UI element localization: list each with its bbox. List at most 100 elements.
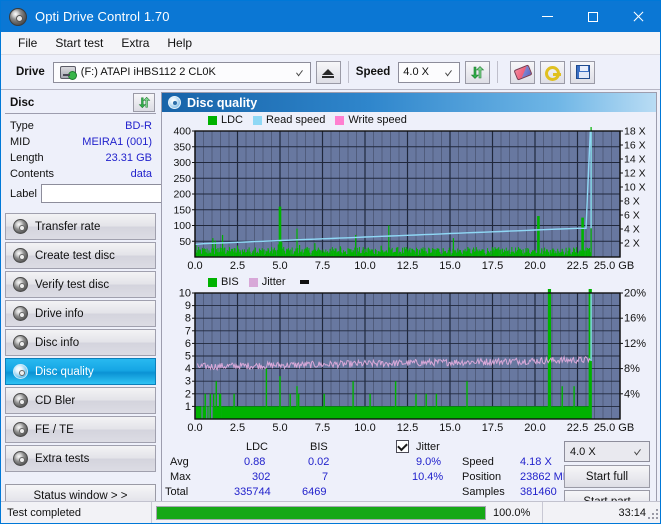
svg-text:17.5: 17.5 [482, 422, 503, 434]
sidebar-item-verify-test-disc[interactable]: Verify test disc [5, 271, 156, 298]
toolbar-divider-2 [497, 61, 498, 83]
chevron-down-icon [445, 67, 452, 76]
erase-button[interactable] [510, 61, 535, 84]
menu-item-start-test[interactable]: Start test [46, 33, 112, 53]
close-icon [632, 11, 643, 22]
sidebar-item-disc-info[interactable]: Disc info [5, 329, 156, 356]
svg-text:2.5: 2.5 [230, 260, 245, 272]
disc-icon [13, 364, 28, 379]
svg-text:12.5: 12.5 [397, 422, 418, 434]
minimize-button[interactable] [525, 1, 570, 32]
chevron-down-icon [296, 67, 303, 76]
svg-text:10.0: 10.0 [354, 260, 375, 272]
sidebar-item-disc-quality[interactable]: Disc quality [5, 358, 156, 385]
legend-label-read-speed: Read speed [266, 114, 325, 126]
speed-select-value: 4.0 X [403, 66, 429, 78]
stats-row-avg-ldc: 0.88 [244, 456, 265, 468]
svg-text:25.0 GB: 25.0 GB [594, 260, 634, 272]
svg-text:15.0: 15.0 [439, 260, 460, 272]
disc-panel-title: Disc [10, 97, 34, 109]
stats-row-max-bis: 7 [322, 471, 328, 483]
sidebar-item-extra-tests[interactable]: Extra tests [5, 445, 156, 472]
progress-bar [156, 506, 486, 520]
eject-button[interactable] [316, 61, 341, 84]
progress-percent: 100.0% [486, 507, 538, 519]
svg-text:7.5: 7.5 [315, 260, 330, 272]
svg-text:0.0: 0.0 [187, 422, 202, 434]
svg-text:8: 8 [185, 313, 191, 325]
svg-text:250: 250 [173, 173, 191, 185]
sidebar-item-create-test-disc[interactable]: Create test disc [5, 242, 156, 269]
legend-swatch-read-speed [253, 116, 262, 125]
svg-text:12.5: 12.5 [397, 260, 418, 272]
save-button[interactable] [570, 61, 595, 84]
chart-legend-top: LDC Read speed Write speed [162, 112, 656, 127]
sidebar-item-cd-bler[interactable]: CD Bler [5, 387, 156, 414]
menu-item-extra[interactable]: Extra [112, 33, 158, 53]
toolbar: Drive (F:) ATAPI iHBS112 2 CL0K Speed 4.… [1, 55, 660, 90]
disc-refresh-button[interactable] [133, 93, 155, 112]
elapsed-time: 33:14 [542, 502, 661, 524]
chart-ldc-svg: 501001502002503003504002 X4 X6 X8 X10 X1… [162, 127, 656, 275]
start-full-button[interactable]: Start full [564, 465, 650, 488]
close-button[interactable] [615, 1, 660, 32]
svg-text:10.0: 10.0 [354, 422, 375, 434]
disc-icon [13, 277, 28, 292]
window-controls [525, 1, 660, 32]
stats-row-avg-bis: 0.02 [308, 456, 329, 468]
window-title: Opti Drive Control 1.70 [35, 9, 170, 24]
legend-label-bis: BIS [221, 276, 239, 288]
svg-text:300: 300 [173, 157, 191, 169]
svg-text:15.0: 15.0 [439, 422, 460, 434]
menu-item-file[interactable]: File [9, 33, 46, 53]
save-icon [576, 65, 590, 79]
svg-text:17.5: 17.5 [482, 260, 503, 272]
sidebar-item-label: FE / TE [35, 424, 74, 436]
samples-value: 381460 [520, 486, 557, 498]
legend-swatch-bis [208, 278, 217, 287]
jitter-checkbox[interactable] [396, 440, 409, 453]
key-button[interactable] [540, 61, 565, 84]
status-bar: Test completed 100.0% 33:14 [1, 501, 661, 523]
refresh-icon [138, 96, 151, 109]
progress-cell: 100.0% [151, 502, 542, 524]
sidebar-item-label: Verify test disc [35, 279, 109, 291]
refresh-button[interactable] [465, 61, 490, 84]
drive-icon [60, 66, 76, 79]
legend-marker-extra [300, 280, 309, 284]
sidebar-item-label: Transfer rate [35, 221, 100, 233]
svg-text:50: 50 [179, 236, 191, 248]
disc-row-type-value: BD-R [125, 120, 152, 132]
position-value: 23862 MB [520, 471, 570, 483]
test-speed-select[interactable]: 4.0 X [564, 441, 650, 462]
disc-row-contents: Contents data [5, 166, 156, 182]
menu-item-help[interactable]: Help [158, 33, 201, 53]
svg-text:7.5: 7.5 [315, 422, 330, 434]
svg-text:6 X: 6 X [624, 210, 640, 222]
svg-text:0.0: 0.0 [187, 260, 202, 272]
maximize-button[interactable] [570, 1, 615, 32]
maximize-icon [588, 12, 598, 22]
svg-text:2 X: 2 X [624, 238, 640, 250]
sidebar-item-fe-te[interactable]: FE / TE [5, 416, 156, 443]
nav-list: Transfer rate Create test disc Verify te… [5, 213, 156, 472]
resize-grip[interactable] [648, 509, 659, 520]
refresh-icon [470, 65, 485, 80]
svg-text:2.5: 2.5 [230, 422, 245, 434]
jitter-label: Jitter [416, 441, 440, 453]
drive-select[interactable]: (F:) ATAPI iHBS112 2 CL0K [53, 62, 311, 83]
speed-value: 4.18 X [520, 456, 552, 468]
svg-text:100: 100 [173, 220, 191, 232]
sidebar-item-drive-info[interactable]: Drive info [5, 300, 156, 327]
sidebar-item-label: CD Bler [35, 395, 75, 407]
disc-row-contents-key: Contents [10, 168, 54, 180]
svg-text:7: 7 [185, 325, 191, 337]
svg-text:16%: 16% [624, 313, 646, 325]
speed-select[interactable]: 4.0 X [398, 62, 460, 83]
disc-icon [13, 335, 28, 350]
sidebar-item-transfer-rate[interactable]: Transfer rate [5, 213, 156, 240]
main-panel: Disc quality LDC Read speed Write speed … [161, 92, 657, 520]
stats-header-ldc: LDC [246, 441, 268, 453]
svg-text:4 X: 4 X [624, 224, 640, 236]
chart-bis-jitter: 123456789104%8%12%16%20%0.02.55.07.510.0… [162, 289, 656, 437]
